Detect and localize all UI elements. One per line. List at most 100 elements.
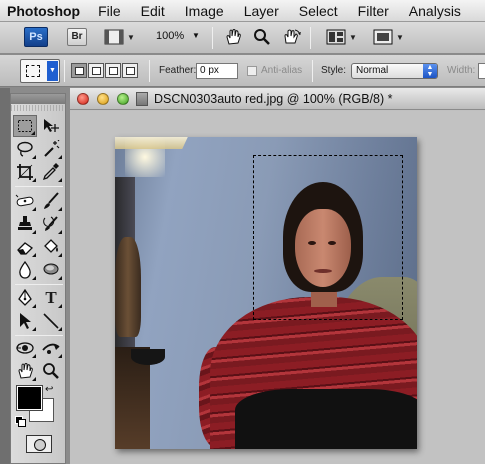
hand-tool[interactable] — [13, 360, 37, 382]
selection-mode-group — [71, 63, 139, 78]
hand-tool-button[interactable] — [224, 27, 242, 47]
spot-healing-brush-tool[interactable] — [13, 190, 37, 212]
chevron-down-icon[interactable]: ▼ — [192, 31, 200, 40]
menu-image[interactable]: Image — [185, 3, 224, 19]
menu-file[interactable]: File — [98, 3, 121, 19]
photoshop-logo: Ps — [24, 27, 48, 47]
divider — [149, 60, 150, 82]
new-selection-mode-icon[interactable] — [71, 63, 87, 78]
menu-layer[interactable]: Layer — [244, 3, 279, 19]
rotate-view-icon — [284, 29, 301, 44]
menu-analysis[interactable]: Analysis — [409, 3, 461, 19]
foreground-color-swatch[interactable] — [16, 385, 43, 411]
document-icon — [136, 92, 148, 106]
pen-icon — [18, 289, 32, 306]
feather-label: Feather: — [159, 65, 197, 76]
add-to-selection-mode-icon[interactable] — [88, 63, 104, 78]
photo-lamp — [115, 137, 188, 149]
chevron-down-icon: ▼ — [396, 32, 404, 42]
minimize-window-button[interactable] — [97, 93, 109, 105]
anti-alias-checkbox[interactable] — [247, 66, 257, 76]
intersect-selection-mode-icon[interactable] — [122, 63, 138, 78]
paint-bucket-tool[interactable] — [39, 236, 63, 258]
launch-bridge-button[interactable]: Br — [67, 28, 87, 46]
dodge-tool[interactable] — [39, 259, 63, 281]
hand-icon — [226, 29, 241, 45]
blur-tool[interactable] — [13, 259, 37, 281]
zoom-tool-button[interactable] — [253, 27, 271, 47]
magnifier-icon — [254, 29, 270, 45]
3d-rotate-tool[interactable] — [13, 337, 37, 359]
photo-vase — [115, 237, 141, 337]
document-title-bar[interactable]: DSCN0303auto red.jpg @ 100% (RGB/8) * — [70, 88, 485, 110]
move-tool[interactable] — [39, 115, 63, 137]
type-tool[interactable]: T — [39, 287, 63, 309]
style-label: Style: — [321, 65, 347, 76]
photo-bowl — [131, 349, 165, 365]
panel-dock — [0, 88, 10, 464]
marquee-selection[interactable] — [253, 155, 403, 320]
view-extras-button[interactable]: ▼ — [104, 27, 135, 47]
screen-mode-button[interactable]: ▼ — [373, 27, 404, 47]
path-selection-tool[interactable] — [13, 310, 37, 332]
menu-edit[interactable]: Edit — [141, 3, 165, 19]
document-title: DSCN0303auto red.jpg @ 100% (RGB/8) * — [154, 92, 393, 106]
eyedropper-tool[interactable] — [39, 161, 63, 183]
photo-pants — [235, 389, 417, 449]
brush-tool[interactable] — [39, 190, 63, 212]
chevron-down-icon: ▼ — [47, 61, 58, 81]
history-brush-tool[interactable] — [39, 213, 63, 235]
quick-mask-button[interactable] — [26, 435, 52, 453]
tools-panel-grip[interactable] — [11, 105, 65, 111]
magnifier-icon — [43, 363, 59, 379]
screen-mode-icon — [373, 29, 393, 45]
divider — [15, 284, 63, 285]
type-icon: T — [45, 288, 57, 307]
tools-panel-header[interactable] — [11, 94, 65, 104]
zoom-window-button[interactable] — [117, 93, 129, 105]
pen-tool[interactable] — [13, 287, 37, 309]
stepper-arrows-icon: ▲ ▼ — [423, 64, 437, 78]
eraser-tool[interactable] — [13, 236, 37, 258]
anti-alias-label: Anti-alias — [261, 65, 303, 76]
magic-wand-tool[interactable] — [39, 138, 63, 160]
crop-tool[interactable] — [13, 161, 37, 183]
close-window-button[interactable] — [77, 93, 89, 105]
clone-stamp-tool[interactable] — [13, 213, 37, 235]
menu-select[interactable]: Select — [299, 3, 338, 19]
chevron-down-icon: ▼ — [127, 32, 135, 42]
zoom-level[interactable]: 100% — [156, 30, 184, 42]
tool-preset-picker[interactable]: ▼ — [20, 59, 60, 83]
divider — [15, 186, 63, 187]
arrow-pointer-icon — [20, 313, 31, 329]
move-icon — [44, 119, 59, 132]
default-colors-icon[interactable] — [15, 416, 26, 427]
menu-filter[interactable]: Filter — [358, 3, 389, 19]
divider — [312, 60, 313, 82]
line-tool[interactable] — [39, 310, 63, 332]
subtract-from-selection-mode-icon[interactable] — [105, 63, 121, 78]
divider — [15, 335, 63, 336]
feather-field[interactable]: 0 px — [196, 63, 238, 79]
rect-marquee-icon — [26, 65, 40, 77]
rotate-view-button[interactable] — [282, 27, 302, 47]
divider — [310, 27, 311, 49]
application-bar: Ps Br ▼ 100% ▼ ▼ ▼ — [0, 22, 485, 54]
divider — [212, 27, 213, 49]
lasso-tool[interactable] — [13, 138, 37, 160]
width-field[interactable] — [478, 63, 485, 79]
swap-colors-icon[interactable]: ↩ — [45, 384, 53, 395]
3d-orbit-tool[interactable] — [39, 337, 63, 359]
style-select[interactable]: Normal ▲ ▼ — [351, 63, 438, 79]
tools-panel: T ↩ — [10, 93, 66, 464]
app-menu[interactable]: Photoshop — [7, 3, 80, 19]
arrange-documents-button[interactable]: ▼ — [326, 27, 357, 47]
rectangular-marquee-tool[interactable] — [13, 115, 37, 137]
canvas-area[interactable] — [70, 111, 485, 464]
options-bar: ▼ Feather: 0 px Anti-alias Style: Normal… — [0, 55, 485, 87]
menu-bar: Photoshop File Edit Image Layer Select F… — [0, 0, 485, 22]
chevron-down-icon: ▼ — [349, 32, 357, 42]
width-label: Width: — [447, 65, 476, 76]
drop-icon — [19, 261, 31, 279]
zoom-tool[interactable] — [39, 360, 63, 382]
